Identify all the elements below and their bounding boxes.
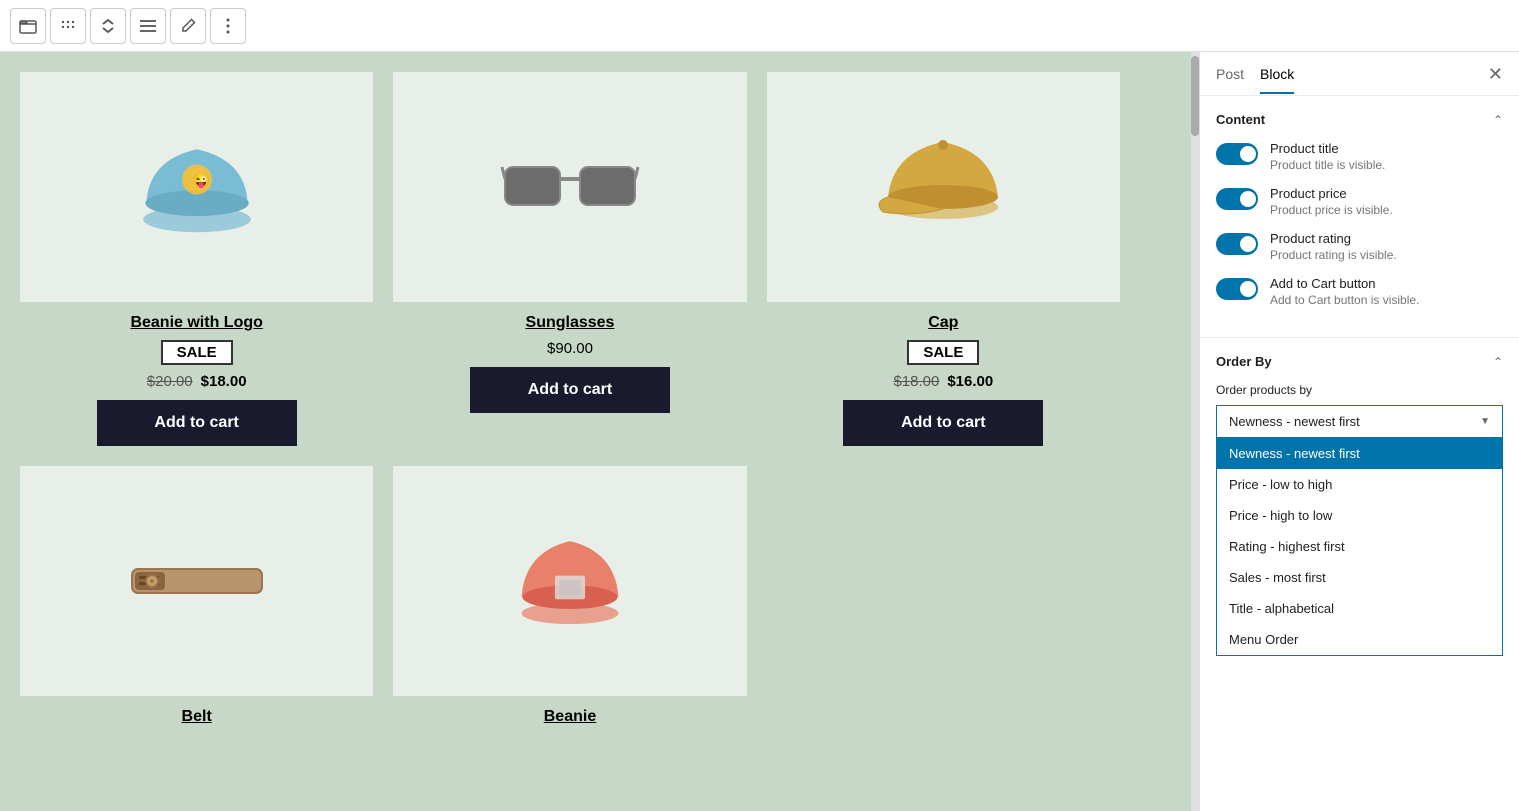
sale-badge: SALE [161, 340, 233, 365]
toggle-desc-3: Add to Cart button is visible. [1270, 293, 1419, 307]
add-to-cart-button[interactable]: Add to cart [843, 400, 1043, 446]
lines-button[interactable] [130, 8, 166, 44]
toggle-switch-1[interactable] [1216, 188, 1258, 210]
more-button[interactable] [210, 8, 246, 44]
content-chevron-up-icon[interactable]: ⌃ [1493, 113, 1503, 127]
order-dropdown-container: Newness - newest first ▼ Newness - newes… [1216, 405, 1503, 437]
dropdown-arrow-icon: ▼ [1480, 416, 1490, 427]
product-card-4: Belt [20, 466, 373, 734]
original-price: $20.00 [147, 373, 193, 390]
sale-price: $18.00 [201, 373, 247, 390]
toggle-switch-2[interactable] [1216, 233, 1258, 255]
order-chevron-up-icon[interactable]: ⌃ [1493, 355, 1503, 369]
original-price: $18.00 [893, 373, 939, 390]
product-card-5: Beanie [393, 466, 746, 734]
add-to-cart-button[interactable]: Add to cart [470, 367, 670, 413]
order-option-0[interactable]: Newness - newest first [1217, 438, 1502, 469]
toggle-label-1: Product price [1270, 186, 1393, 201]
panel-tabs: Post Block ✕ [1200, 52, 1519, 96]
order-section: Order By ⌃ Order products by Newness - n… [1200, 338, 1519, 453]
toggle-switch-0[interactable] [1216, 143, 1258, 165]
product-title[interactable]: Beanie with Logo [130, 314, 262, 332]
toggle-label-2: Product rating [1270, 231, 1397, 246]
regular-price: $90.00 [547, 340, 593, 357]
right-panel: Post Block ✕ Content ⌃ Product title Pro… [1199, 52, 1519, 811]
toggle-switch-3[interactable] [1216, 278, 1258, 300]
toggle-row-0: Product title Product title is visible. [1216, 141, 1503, 172]
product-image-box: 😜 [20, 72, 373, 302]
tab-block[interactable]: Block [1260, 66, 1294, 94]
pen-button[interactable] [170, 8, 206, 44]
order-option-3[interactable]: Rating - highest first [1217, 531, 1502, 562]
folder-button[interactable] [10, 8, 46, 44]
price-row: $20.00 $18.00 [147, 373, 247, 390]
order-dropdown-value: Newness - newest first [1229, 414, 1360, 429]
order-option-2[interactable]: Price - high to low [1217, 500, 1502, 531]
toggle-row-1: Product price Product price is visible. [1216, 186, 1503, 217]
scrollbar-thumb[interactable] [1191, 56, 1199, 136]
dots-button[interactable] [50, 8, 86, 44]
toolbar [0, 0, 1519, 52]
toggle-label-group-2: Product rating Product rating is visible… [1270, 231, 1397, 262]
order-option-4[interactable]: Sales - most first [1217, 562, 1502, 593]
add-to-cart-button[interactable]: Add to cart [97, 400, 297, 446]
product-image-box [393, 72, 746, 302]
order-section-header: Order By ⌃ [1216, 354, 1503, 369]
svg-text:😜: 😜 [192, 172, 209, 189]
product-title[interactable]: Belt [182, 708, 212, 726]
product-image-box [20, 466, 373, 696]
price-row: $18.00 $16.00 [893, 373, 993, 390]
content-section-title: Content [1216, 112, 1265, 127]
order-products-by-label: Order products by [1216, 383, 1503, 397]
product-card-1: 😜 Beanie with Logo SALE $20.00 $18.00 Ad… [20, 72, 373, 446]
product-card-3: Cap SALE $18.00 $16.00 Add to cart [767, 72, 1120, 446]
product-title[interactable]: Sunglasses [526, 314, 615, 332]
product-title[interactable]: Beanie [544, 708, 596, 726]
toggle-desc-2: Product rating is visible. [1270, 248, 1397, 262]
toggle-label-group-3: Add to Cart button Add to Cart button is… [1270, 276, 1419, 307]
sale-badge: SALE [907, 340, 979, 365]
order-option-1[interactable]: Price - low to high [1217, 469, 1502, 500]
toggle-label-0: Product title [1270, 141, 1385, 156]
panel-close-button[interactable]: ✕ [1488, 64, 1503, 95]
toggle-label-3: Add to Cart button [1270, 276, 1419, 291]
order-option-5[interactable]: Title - alphabetical [1217, 593, 1502, 624]
product-image-box [393, 466, 746, 696]
toggle-desc-0: Product title is visible. [1270, 158, 1385, 172]
main-layout: 😜 Beanie with Logo SALE $20.00 $18.00 Ad… [0, 52, 1519, 811]
order-dropdown-list: Newness - newest firstPrice - low to hig… [1216, 437, 1503, 656]
order-dropdown-selected[interactable]: Newness - newest first ▼ [1216, 405, 1503, 437]
content-section: Content ⌃ Product title Product title is… [1200, 96, 1519, 338]
toggle-desc-1: Product price is visible. [1270, 203, 1393, 217]
product-title[interactable]: Cap [928, 314, 958, 332]
sale-price: $16.00 [947, 373, 993, 390]
order-section-title: Order By [1216, 354, 1272, 369]
toggles-container: Product title Product title is visible. … [1216, 141, 1503, 307]
product-image-box [767, 72, 1120, 302]
toggle-row-2: Product rating Product rating is visible… [1216, 231, 1503, 262]
toggle-row-3: Add to Cart button Add to Cart button is… [1216, 276, 1503, 307]
toggle-label-group-1: Product price Product price is visible. [1270, 186, 1393, 217]
content-section-header: Content ⌃ [1216, 112, 1503, 127]
product-grid: 😜 Beanie with Logo SALE $20.00 $18.00 Ad… [20, 72, 1120, 734]
order-option-6[interactable]: Menu Order [1217, 624, 1502, 655]
canvas: 😜 Beanie with Logo SALE $20.00 $18.00 Ad… [0, 52, 1191, 811]
arrows-button[interactable] [90, 8, 126, 44]
product-card-2: Sunglasses $90.00 Add to cart [393, 72, 746, 446]
toggle-label-group-0: Product title Product title is visible. [1270, 141, 1385, 172]
canvas-scrollbar[interactable] [1191, 52, 1199, 811]
tab-post[interactable]: Post [1216, 66, 1244, 94]
